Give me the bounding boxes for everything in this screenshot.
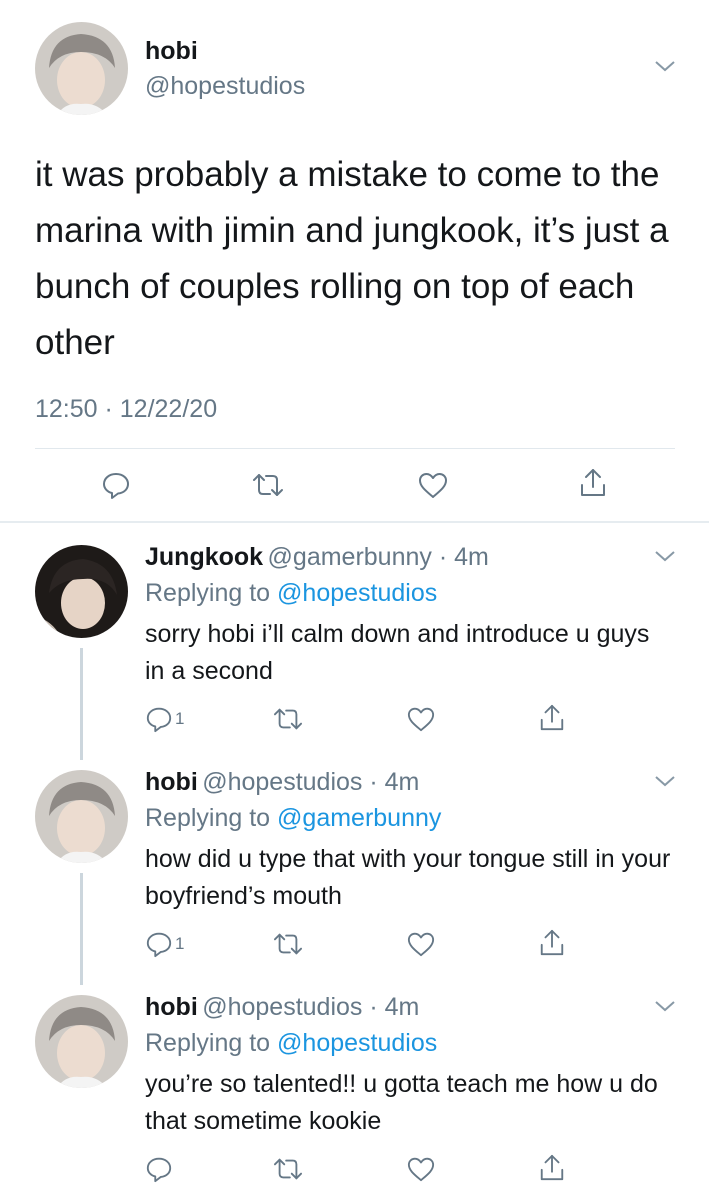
like-button[interactable]: [417, 470, 449, 500]
share-button[interactable]: [538, 1153, 566, 1183]
like-button[interactable]: [406, 930, 436, 958]
replying-to-label: Replying to: [145, 579, 271, 607]
heart-icon: [406, 930, 436, 958]
replying-to-handle[interactable]: @gamerbunny: [277, 804, 441, 832]
reply-header: Jungkook @gamerbunny · 4m: [145, 543, 489, 572]
retweet-button[interactable]: [272, 1155, 304, 1183]
reply-count: 1: [175, 709, 185, 728]
like-button[interactable]: [406, 705, 436, 733]
reply-button[interactable]: 1: [145, 705, 184, 733]
replying-to: Replying to @hopestudios: [145, 579, 437, 608]
replying-to: Replying to @hopestudios: [145, 1029, 437, 1058]
section-divider: [0, 521, 709, 523]
reply-text: you’re so talented!! u gotta teach me ho…: [145, 1070, 658, 1135]
speech-bubble-icon: [101, 470, 131, 500]
author-name[interactable]: Jungkook: [145, 543, 263, 571]
retweet-icon: [272, 1155, 304, 1183]
retweet-icon: [272, 930, 304, 958]
retweet-icon: [272, 705, 304, 733]
thread-line: [80, 648, 83, 760]
author-name[interactable]: hobi: [145, 37, 198, 66]
divider: [35, 448, 675, 449]
avatar[interactable]: [35, 770, 128, 863]
thread-line: [80, 873, 83, 985]
avatar[interactable]: [35, 545, 128, 638]
author-handle[interactable]: @hopestudios · 4m: [202, 768, 419, 796]
retweet-button[interactable]: [272, 930, 304, 958]
reply-text: sorry hobi i’ll calm down and introduce …: [145, 620, 650, 685]
share-icon: [538, 703, 566, 733]
replying-to-handle[interactable]: @hopestudios: [277, 579, 437, 607]
author-handle[interactable]: @hopestudios: [145, 72, 305, 101]
author-name[interactable]: hobi: [145, 768, 198, 796]
author-handle[interactable]: @hopestudios · 4m: [202, 993, 419, 1021]
share-button[interactable]: [578, 467, 608, 499]
heart-icon: [406, 705, 436, 733]
reply-count: 1: [175, 934, 185, 953]
avatar[interactable]: [35, 22, 128, 115]
chevron-down-icon[interactable]: [653, 998, 677, 1014]
chevron-down-icon[interactable]: [653, 58, 677, 74]
tweet-timestamp: 12:50 · 12/22/20: [35, 395, 218, 423]
tweet-text: it was probably a mistake to come to the…: [35, 155, 669, 362]
share-button[interactable]: [538, 928, 566, 958]
share-icon: [538, 1153, 566, 1183]
retweet-icon: [251, 470, 285, 500]
reply-header: hobi @hopestudios · 4m: [145, 768, 419, 797]
avatar[interactable]: [35, 995, 128, 1088]
heart-icon: [406, 1155, 436, 1183]
chevron-down-icon[interactable]: [653, 548, 677, 564]
retweet-button[interactable]: [272, 705, 304, 733]
author-handle[interactable]: @gamerbunny · 4m: [268, 543, 489, 571]
speech-bubble-icon: [145, 705, 173, 733]
share-icon: [578, 467, 608, 499]
speech-bubble-icon: [145, 930, 173, 958]
share-icon: [538, 928, 566, 958]
author-name[interactable]: hobi: [145, 993, 198, 1021]
heart-icon: [417, 470, 449, 500]
chevron-down-icon[interactable]: [653, 773, 677, 789]
replying-to: Replying to @gamerbunny: [145, 804, 441, 833]
replying-to-label: Replying to: [145, 1029, 271, 1057]
reply-text: how did u type that with your tongue sti…: [145, 845, 671, 910]
reply-button[interactable]: [101, 470, 131, 500]
retweet-button[interactable]: [251, 470, 285, 500]
like-button[interactable]: [406, 1155, 436, 1183]
replying-to-label: Replying to: [145, 804, 271, 832]
replying-to-handle[interactable]: @hopestudios: [277, 1029, 437, 1057]
share-button[interactable]: [538, 703, 566, 733]
reply-button[interactable]: 1: [145, 930, 184, 958]
reply-button[interactable]: [145, 1155, 175, 1183]
reply-header: hobi @hopestudios · 4m: [145, 993, 419, 1022]
speech-bubble-icon: [145, 1155, 173, 1183]
